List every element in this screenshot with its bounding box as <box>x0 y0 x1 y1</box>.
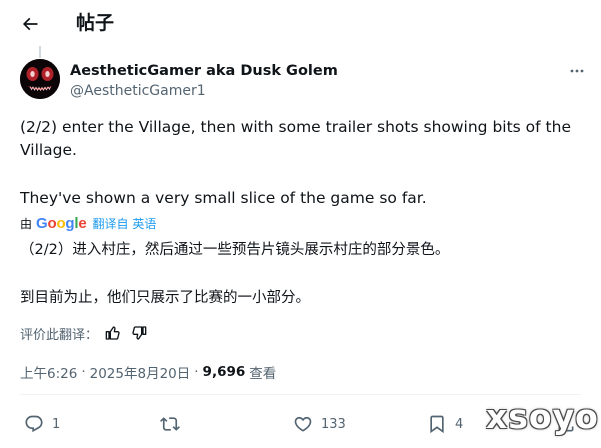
more-options-button[interactable] <box>566 60 588 82</box>
avatar[interactable] <box>20 59 60 99</box>
like-count: 133 <box>321 416 346 432</box>
thread-connector-line <box>39 46 41 58</box>
heart-icon <box>294 416 312 432</box>
meta-separator-2: · <box>194 364 199 380</box>
translated-by-label: 由 <box>20 216 33 231</box>
rate-translation-row: 评价此翻译： <box>20 323 150 343</box>
divider <box>20 394 581 395</box>
google-logo: Google <box>36 215 87 232</box>
watermark: xsoyo <box>486 397 599 436</box>
translated-from-link[interactable]: 翻译自 英语 <box>93 215 157 232</box>
top-bar: 帖子 <box>0 0 601 46</box>
thumbs-up-button[interactable] <box>102 323 124 343</box>
retweet-button[interactable] <box>160 408 180 440</box>
like-button[interactable]: 133 <box>293 408 346 440</box>
bookmark-button[interactable]: 4 <box>427 408 463 440</box>
meta-separator: · <box>81 364 86 380</box>
thumbs-up-icon <box>105 326 120 340</box>
post-time[interactable]: 上午6:26 <box>20 362 77 382</box>
translation-attribution: 由 Google 翻译自 英语 <box>20 213 156 233</box>
thumbs-down-icon <box>132 326 147 340</box>
translated-text-2: 到目前为止，他们只展示了比赛的一小部分。 <box>20 290 310 306</box>
page-title: 帖子 <box>76 12 115 34</box>
google-letter: G <box>36 214 48 232</box>
retweet-icon <box>160 417 180 431</box>
bookmark-icon <box>430 415 444 434</box>
post-text-line-1: (2/2) enter the Village, then with some … <box>20 118 571 159</box>
author-handle[interactable]: @AestheticGamer1 <box>70 81 206 101</box>
more-dots-icon <box>570 69 584 73</box>
views-count: 9,696 <box>202 364 246 380</box>
post-text-line-2: They've shown a very small slice of the … <box>20 189 427 207</box>
red-eyed-face-avatar-icon <box>20 59 60 99</box>
post-date[interactable]: 2025年8月20日 <box>90 362 191 382</box>
reply-button[interactable]: 1 <box>24 408 60 440</box>
author-name[interactable]: AestheticGamer aka Dusk Golem <box>70 61 338 81</box>
arrow-left-icon <box>22 17 38 31</box>
google-letter: e <box>78 214 87 232</box>
post-meta: 上午6:26 · 2025年8月20日 · 9,696 查看 <box>20 362 276 382</box>
thumbs-down-button[interactable] <box>128 323 150 343</box>
back-button[interactable] <box>14 8 46 40</box>
reply-icon <box>25 415 43 433</box>
views-label: 查看 <box>249 366 277 382</box>
bookmark-count: 4 <box>455 416 464 432</box>
reply-count: 1 <box>52 416 61 432</box>
rate-translation-label: 评价此翻译： <box>20 327 99 343</box>
translated-text-1: （2/2）进入村庄，然后通过一些预告片镜头展示村庄的部分景色。 <box>20 242 450 258</box>
